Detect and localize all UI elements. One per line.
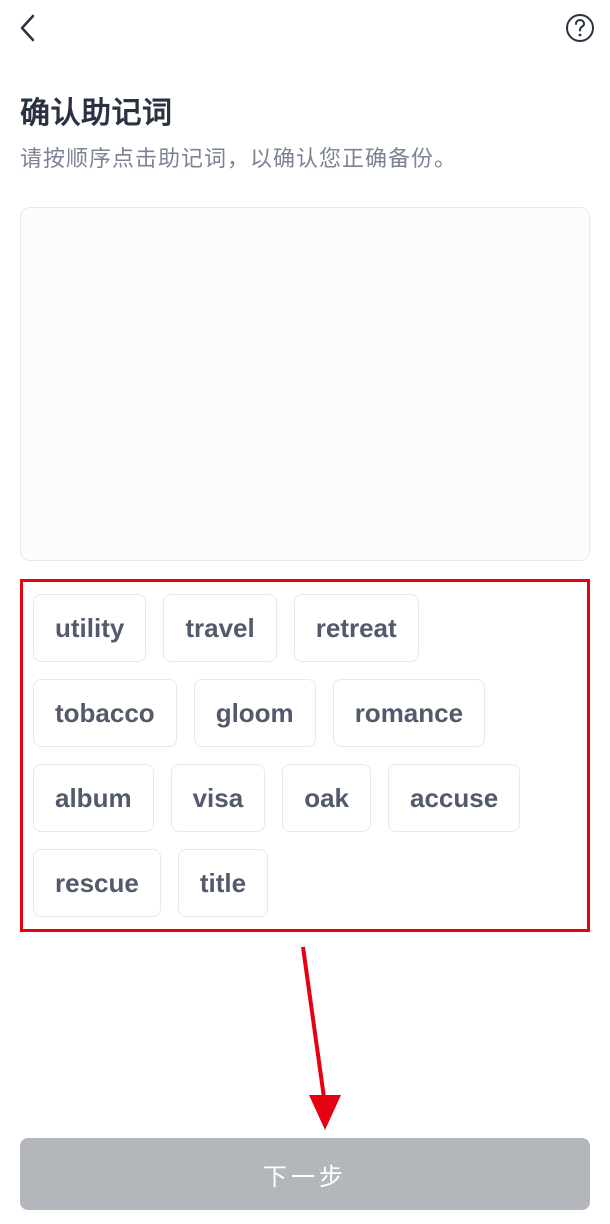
- word-chip-rescue[interactable]: rescue: [33, 849, 161, 917]
- page-subtitle: 请按顺序点击助记词，以确认您正确备份。: [20, 142, 590, 175]
- main-content: 确认助记词 请按顺序点击助记词，以确认您正确备份。 utility travel…: [0, 56, 610, 932]
- word-chip-tobacco[interactable]: tobacco: [33, 679, 177, 747]
- back-icon[interactable]: [14, 14, 42, 42]
- word-chip-romance[interactable]: romance: [333, 679, 485, 747]
- word-grid: utility travel retreat tobacco gloom rom…: [33, 594, 577, 917]
- word-grid-highlight: utility travel retreat tobacco gloom rom…: [20, 579, 590, 932]
- help-icon[interactable]: [564, 12, 596, 44]
- selected-words-area[interactable]: [20, 207, 590, 561]
- annotation-arrow-icon: [295, 945, 355, 1140]
- word-chip-oak[interactable]: oak: [282, 764, 371, 832]
- next-button[interactable]: 下一步: [20, 1138, 590, 1210]
- next-button-label: 下一步: [263, 1157, 347, 1192]
- page-title: 确认助记词: [20, 88, 590, 132]
- header: [0, 0, 610, 56]
- word-chip-album[interactable]: album: [33, 764, 154, 832]
- word-chip-visa[interactable]: visa: [171, 764, 266, 832]
- word-chip-utility[interactable]: utility: [33, 594, 146, 662]
- word-chip-travel[interactable]: travel: [163, 594, 276, 662]
- word-chip-retreat[interactable]: retreat: [294, 594, 419, 662]
- word-chip-title[interactable]: title: [178, 849, 268, 917]
- word-chip-accuse[interactable]: accuse: [388, 764, 520, 832]
- word-chip-gloom[interactable]: gloom: [194, 679, 316, 747]
